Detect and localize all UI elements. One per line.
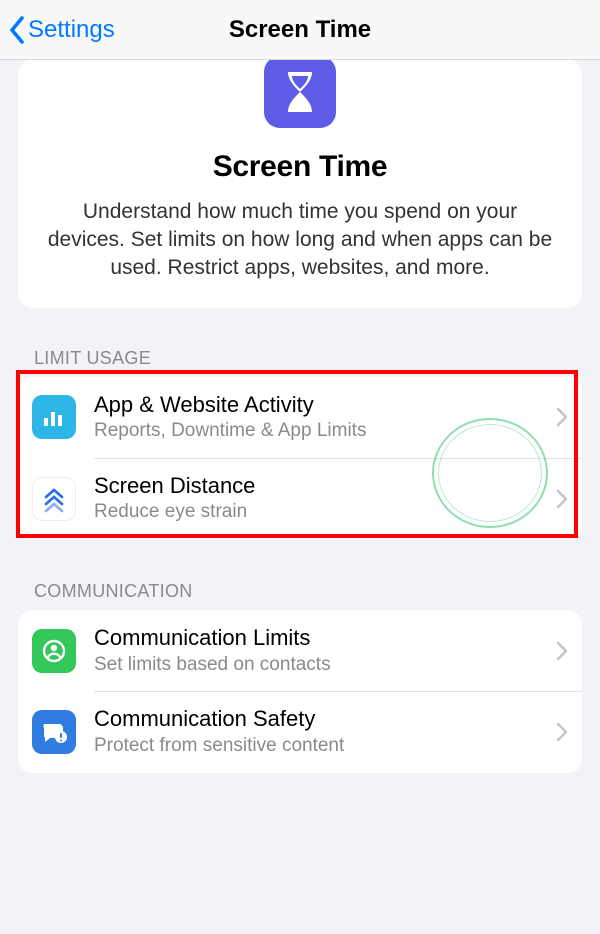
speech-bubble-alert-icon [32,710,76,754]
row-title: Communication Safety [94,705,548,733]
communication-group: Communication Limits Set limits based on… [18,610,582,772]
content-area: Screen Time Understand how much time you… [0,60,600,773]
section-header-limit-usage: LIMIT USAGE [18,334,582,377]
navigation-bar: Settings Screen Time [0,0,600,60]
hero-title: Screen Time [46,150,554,184]
chevron-right-icon [556,407,568,427]
hourglass-icon [264,56,336,128]
hero-description: Understand how much time you spend on yo… [46,198,554,282]
row-text: App & Website Activity Reports, Downtime… [94,391,548,444]
row-subtitle: Protect from sensitive content [94,734,548,759]
row-text: Communication Limits Set limits based on… [94,624,548,677]
hero-icon-wrap [46,60,554,128]
chevron-right-icon [556,722,568,742]
row-subtitle: Reports, Downtime & App Limits [94,419,548,444]
row-screen-distance[interactable]: Screen Distance Reduce eye strain [18,458,582,539]
section-header-communication: COMMUNICATION [18,567,582,610]
row-title: App & Website Activity [94,391,548,419]
row-title: Screen Distance [94,472,548,500]
row-text: Screen Distance Reduce eye strain [94,472,548,525]
chevron-right-icon [556,489,568,509]
bar-chart-icon [32,395,76,439]
limit-usage-group: App & Website Activity Reports, Downtime… [18,377,582,539]
back-label: Settings [28,16,115,44]
row-text: Communication Safety Protect from sensit… [94,705,548,758]
row-subtitle: Reduce eye strain [94,500,548,525]
row-app-website-activity[interactable]: App & Website Activity Reports, Downtime… [18,377,582,458]
row-subtitle: Set limits based on contacts [94,653,548,678]
row-communication-safety[interactable]: Communication Safety Protect from sensit… [18,691,582,772]
chevrons-up-icon [32,477,76,521]
hero-card: Screen Time Understand how much time you… [18,60,582,308]
row-communication-limits[interactable]: Communication Limits Set limits based on… [18,610,582,691]
chevron-left-icon [8,15,26,45]
chevron-right-icon [556,641,568,661]
row-title: Communication Limits [94,624,548,652]
contact-icon [32,629,76,673]
back-button[interactable]: Settings [8,15,115,45]
